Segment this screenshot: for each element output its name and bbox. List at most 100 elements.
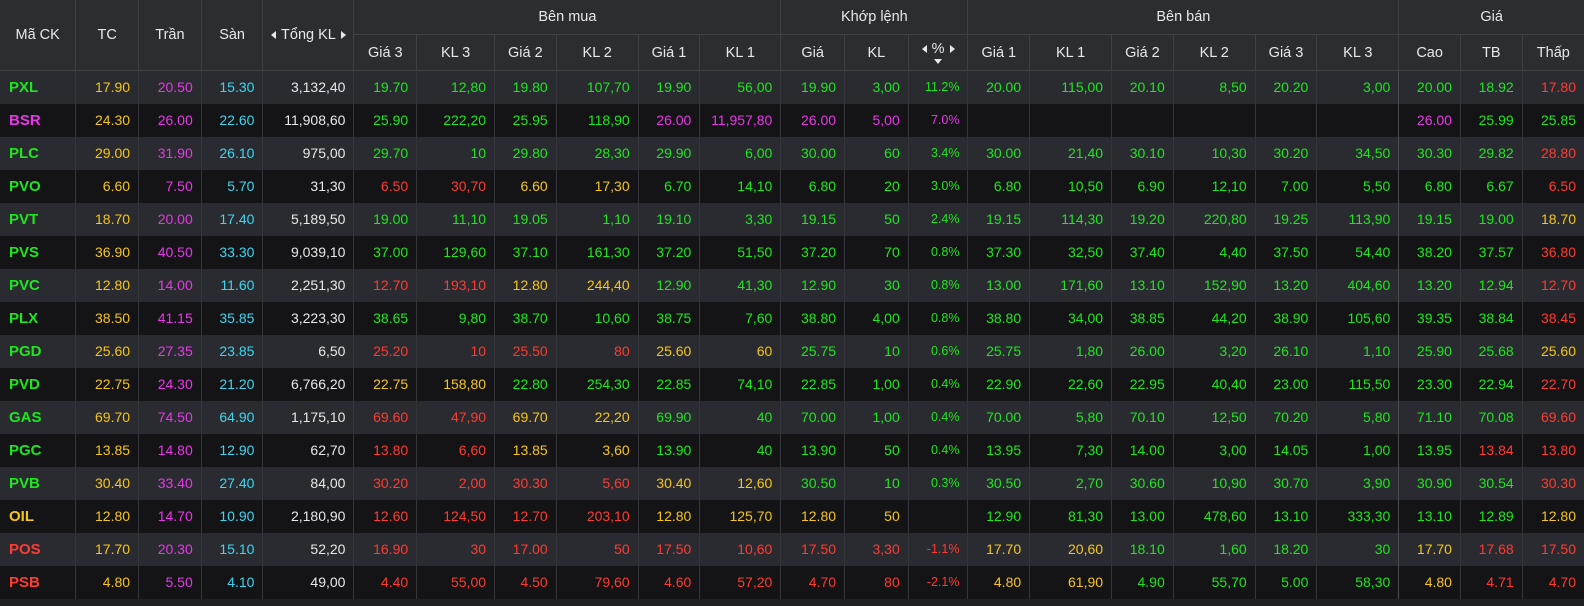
sort-down-icon[interactable] bbox=[934, 59, 943, 64]
cell-symbol[interactable]: PGC bbox=[0, 433, 76, 467]
table-row[interactable]: PVB 30.40 33.40 27.40 84,00 30.20 2,00 30.30 5,6… bbox=[0, 466, 1584, 500]
cell-buy-gia-1: 37.20 bbox=[637, 235, 700, 269]
header-tran[interactable]: Trần bbox=[138, 0, 202, 71]
cell-buy-kl-3: 10 bbox=[416, 136, 495, 170]
cell-buy-kl-1: 41,30 bbox=[699, 268, 781, 302]
header-tong-kl[interactable]: Tổng KL bbox=[262, 0, 354, 71]
cell-match-kl: 70 bbox=[844, 235, 909, 269]
cell-sell-kl-3: 105,60 bbox=[1316, 301, 1399, 335]
table-row[interactable]: POS 17.70 20.30 15.10 52,20 16.90 30 17.00 50 17.… bbox=[0, 532, 1584, 566]
header-sell-kl-3[interactable]: KL 3 bbox=[1316, 34, 1399, 71]
cell-sell-gia-2: 14.00 bbox=[1111, 433, 1174, 467]
cell-match-pct: -2.1% bbox=[907, 565, 968, 599]
header-match-gia[interactable]: Giá bbox=[780, 34, 845, 71]
cell-sell-gia-1: 12.90 bbox=[967, 499, 1030, 533]
table-row[interactable]: BSR 24.30 26.00 22.60 11,908,60 25.90 222,20 25… bbox=[0, 103, 1584, 137]
cell-san: 26.10 bbox=[200, 136, 263, 170]
cell-match-kl: 10 bbox=[844, 334, 909, 368]
table-row[interactable]: OIL 12.80 14.70 10.90 2,180,90 12.60 124,50 12.… bbox=[0, 499, 1584, 533]
table-row[interactable]: PLC 29.00 31.90 26.10 975,00 29.70 10 29.80 28,3… bbox=[0, 136, 1584, 170]
table-row[interactable]: PSB 4.80 5.50 4.10 49,00 4.40 55,00 4.50 79,60 4.… bbox=[0, 565, 1584, 599]
cell-price-cao: 25.90 bbox=[1398, 334, 1461, 368]
cell-sell-kl-1: 2,70 bbox=[1029, 466, 1112, 500]
table-row[interactable]: PVD 22.75 24.30 21.20 6,766,20 22.75 158,80 22.… bbox=[0, 367, 1584, 401]
cell-symbol[interactable]: PLX bbox=[0, 301, 76, 335]
cell-price-thap: 6.50 bbox=[1521, 169, 1584, 203]
cell-symbol[interactable]: PLC bbox=[0, 136, 76, 170]
header-buy-gia-2[interactable]: Giá 2 bbox=[494, 34, 557, 71]
table-row[interactable]: PGD 25.60 27.35 23.85 6,50 25.20 10 25.50 80 25.6… bbox=[0, 334, 1584, 368]
table-row[interactable]: PVO 6.60 7.50 5.70 31,30 6.50 30,70 6.60 17,30 6.… bbox=[0, 169, 1584, 203]
cell-buy-gia-1: 17.50 bbox=[637, 532, 700, 566]
cell-sell-kl-1: 171,60 bbox=[1029, 268, 1112, 302]
cell-match-gia: 70.00 bbox=[780, 400, 845, 434]
cell-symbol[interactable]: PGD bbox=[0, 334, 76, 368]
cell-sell-gia-2: 38.85 bbox=[1111, 301, 1174, 335]
cell-sell-kl-1: 114,30 bbox=[1029, 202, 1112, 236]
cell-symbol[interactable]: GAS bbox=[0, 400, 76, 434]
caret-left-icon[interactable] bbox=[921, 45, 927, 54]
header-buy-gia-1[interactable]: Giá 1 bbox=[637, 34, 700, 71]
caret-right-icon[interactable] bbox=[949, 45, 955, 54]
header-sell-gia-3[interactable]: Giá 3 bbox=[1254, 34, 1317, 71]
cell-sell-kl-3: 3,00 bbox=[1316, 70, 1399, 104]
cell-buy-kl-3: 30,70 bbox=[416, 169, 495, 203]
cell-symbol[interactable]: PVT bbox=[0, 202, 76, 236]
header-sell-gia-2[interactable]: Giá 2 bbox=[1111, 34, 1174, 71]
cell-price-thap: 12.70 bbox=[1521, 268, 1584, 302]
cell-tc: 17.70 bbox=[75, 532, 139, 566]
caret-left-icon[interactable] bbox=[271, 31, 277, 40]
cell-symbol[interactable]: PXL bbox=[0, 70, 76, 104]
cell-buy-kl-2: 22,20 bbox=[555, 400, 639, 434]
table-row[interactable]: PVS 36.90 40.50 33.30 9,039,10 37.00 129,60 37.… bbox=[0, 235, 1584, 269]
cell-symbol[interactable]: PVS bbox=[0, 235, 76, 269]
cell-sell-kl-3: 3,90 bbox=[1316, 466, 1399, 500]
header-price-tb[interactable]: TB bbox=[1459, 34, 1523, 71]
header-san[interactable]: Sàn bbox=[200, 0, 263, 71]
header-buy-kl-3[interactable]: KL 3 bbox=[416, 34, 495, 71]
table-row[interactable]: GAS 69.70 74.50 64.90 1,175,10 69.60 47,90 69.7… bbox=[0, 400, 1584, 434]
cell-symbol[interactable]: PSB bbox=[0, 565, 76, 599]
cell-sell-gia-2: 19.20 bbox=[1111, 202, 1174, 236]
cell-tong-kl: 49,00 bbox=[262, 565, 354, 599]
cell-symbol[interactable]: PVB bbox=[0, 466, 76, 500]
cell-tong-kl: 11,908,60 bbox=[262, 103, 354, 137]
cell-buy-gia-1: 12.80 bbox=[637, 499, 700, 533]
header-price-cao[interactable]: Cao bbox=[1398, 34, 1461, 71]
cell-match-kl: 50 bbox=[844, 202, 909, 236]
header-price-thap[interactable]: Thấp bbox=[1521, 34, 1584, 71]
header-sell-kl-1[interactable]: KL 1 bbox=[1029, 34, 1112, 71]
header-buy-kl-2[interactable]: KL 2 bbox=[555, 34, 639, 71]
cell-match-gia: 37.20 bbox=[780, 235, 845, 269]
cell-buy-gia-1: 6.70 bbox=[637, 169, 700, 203]
header-match-pct[interactable]: % bbox=[907, 34, 968, 71]
table-row[interactable]: PVT 18.70 20.00 17.40 5,189,50 19.00 11,10 19.0… bbox=[0, 202, 1584, 236]
cell-symbol[interactable]: BSR bbox=[0, 103, 76, 137]
header-tc[interactable]: TC bbox=[75, 0, 139, 71]
header-ma-ck[interactable]: Mã CK bbox=[0, 0, 76, 71]
cell-match-kl: 20 bbox=[844, 169, 909, 203]
cell-symbol[interactable]: PVC bbox=[0, 268, 76, 302]
header-buy-kl-1[interactable]: KL 1 bbox=[699, 34, 781, 71]
cell-sell-gia-3: 20.20 bbox=[1254, 70, 1317, 104]
cell-price-thap: 17.80 bbox=[1521, 70, 1584, 104]
cell-sell-gia-3: 37.50 bbox=[1254, 235, 1317, 269]
table-row[interactable]: PVC 12.80 14.00 11.60 2,251,30 12.70 193,10 12.… bbox=[0, 268, 1584, 302]
table-row[interactable]: PXL 17.90 20.50 15.30 3,132,40 19.70 12,80 19.8… bbox=[0, 70, 1584, 104]
caret-right-icon[interactable] bbox=[340, 31, 346, 40]
cell-symbol[interactable]: OIL bbox=[0, 499, 76, 533]
cell-symbol[interactable]: PVO bbox=[0, 169, 76, 203]
cell-match-gia: 6.80 bbox=[780, 169, 845, 203]
cell-match-kl: 60 bbox=[844, 136, 909, 170]
header-match-kl[interactable]: KL bbox=[844, 34, 909, 71]
table-row[interactable]: PLX 38.50 41.15 35.85 3,223,30 38.65 9,80 38.70… bbox=[0, 301, 1584, 335]
cell-symbol[interactable]: PVD bbox=[0, 367, 76, 401]
header-buy-gia-3[interactable]: Giá 3 bbox=[353, 34, 417, 71]
cell-match-pct: 0.8% bbox=[907, 301, 968, 335]
table-row[interactable]: PGC 13.85 14.80 12.90 62,70 13.80 6,60 13.85 3,6… bbox=[0, 433, 1584, 467]
header-sell-kl-2[interactable]: KL 2 bbox=[1172, 34, 1256, 71]
cell-tc: 22.75 bbox=[75, 367, 139, 401]
cell-buy-gia-1: 19.10 bbox=[637, 202, 700, 236]
cell-symbol[interactable]: POS bbox=[0, 532, 76, 566]
header-sell-gia-1[interactable]: Giá 1 bbox=[967, 34, 1030, 71]
